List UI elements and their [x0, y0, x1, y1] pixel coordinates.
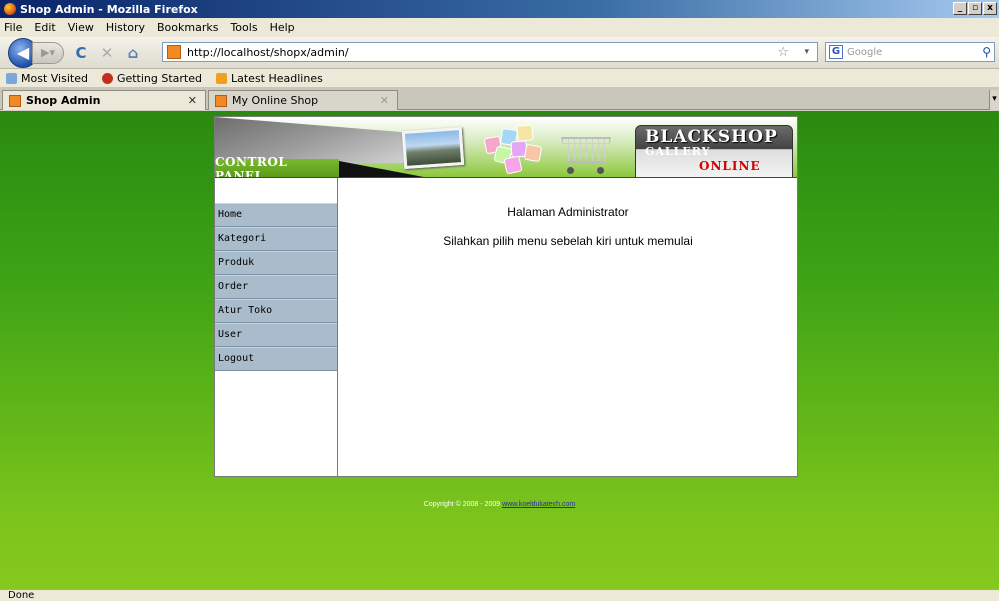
- logo-subtitle: GALLERY: [645, 145, 711, 158]
- back-arrow-icon: ◀: [16, 43, 30, 62]
- shopping-cart-image: [555, 131, 617, 175]
- search-box[interactable]: G Google ⚲: [825, 42, 995, 62]
- tab-my-online-shop[interactable]: My Online Shop ✕: [208, 90, 398, 110]
- close-button[interactable]: x: [983, 2, 997, 15]
- menu-bookmarks[interactable]: Bookmarks: [157, 21, 218, 34]
- tab-favicon: [9, 94, 21, 107]
- forward-button[interactable]: ▶▾: [32, 41, 64, 64]
- firefox-icon: [4, 3, 16, 15]
- window-title: Shop Admin - Mozilla Firefox: [20, 2, 198, 16]
- url-text: http://localhost/shopx/admin/: [187, 45, 349, 59]
- admin-sidebar: Home Kategori Produk Order Atur Toko Use…: [215, 178, 338, 476]
- menu-item-home[interactable]: Home: [215, 203, 337, 227]
- menu-history[interactable]: History: [106, 21, 145, 34]
- window-titlebar: Shop Admin - Mozilla Firefox _ ▫ x: [0, 0, 999, 18]
- tab-list-button[interactable]: ▾: [989, 90, 999, 110]
- bookmark-getting-started[interactable]: Getting Started: [101, 72, 202, 85]
- navigation-toolbar: ◀ ▶▾ C ✕ ⌂ http://localhost/shopx/admin/…: [0, 37, 999, 69]
- menu-item-kategori[interactable]: Kategori: [215, 227, 337, 251]
- color-tiles-image: [483, 123, 543, 175]
- menu-item-atur-toko[interactable]: Atur Toko: [215, 299, 337, 323]
- tab-bar: Shop Admin ✕ My Online Shop ✕ ▾: [0, 88, 999, 110]
- forward-arrow-icon: ▶▾: [41, 46, 55, 59]
- menu-bar: File Edit View History Bookmarks Tools H…: [0, 18, 999, 37]
- reload-button[interactable]: C: [72, 44, 90, 62]
- menu-view[interactable]: View: [68, 21, 94, 34]
- landscape-photo-image: [401, 126, 465, 170]
- page-instruction: Silahkan pilih menu sebelah kiri untuk m…: [443, 234, 693, 248]
- home-button[interactable]: ⌂: [124, 44, 142, 62]
- google-icon[interactable]: G: [829, 45, 843, 59]
- page-heading: Halaman Administrator: [507, 205, 629, 219]
- home-icon: ⌂: [127, 43, 139, 62]
- menu-item-logout[interactable]: Logout: [215, 347, 337, 371]
- restore-button[interactable]: ▫: [968, 2, 982, 15]
- url-bar[interactable]: http://localhost/shopx/admin/ ☆ ▾: [162, 42, 818, 62]
- reload-icon: C: [75, 43, 87, 62]
- bookmarks-toolbar: Most Visited Getting Started Latest Head…: [0, 69, 999, 88]
- rss-feed-icon: [216, 72, 227, 84]
- admin-menu: Home Kategori Produk Order Atur Toko Use…: [215, 203, 337, 371]
- search-icon[interactable]: ⚲: [982, 45, 991, 59]
- footer-link[interactable]: www.koeldukatech.com: [502, 501, 575, 508]
- menu-item-user[interactable]: User: [215, 323, 337, 347]
- tab-favicon: [215, 94, 227, 107]
- menu-item-produk[interactable]: Produk: [215, 251, 337, 275]
- site-banner: CONTROL PANEL BLACKSHOP GALLERY ONLINE: [215, 117, 797, 178]
- search-placeholder: Google: [847, 46, 883, 58]
- site-favicon: [167, 45, 181, 59]
- menu-tools[interactable]: Tools: [230, 21, 257, 34]
- minimize-button[interactable]: _: [953, 2, 967, 15]
- menu-item-order[interactable]: Order: [215, 275, 337, 299]
- bookmark-most-visited[interactable]: Most Visited: [6, 72, 88, 85]
- stop-button[interactable]: ✕: [98, 44, 116, 62]
- menu-edit[interactable]: Edit: [34, 21, 55, 34]
- tab-shop-admin[interactable]: Shop Admin ✕: [2, 90, 206, 110]
- logo-title: BLACKSHOP: [645, 127, 778, 147]
- main-content: Halaman Administrator Silahkan pilih men…: [339, 178, 797, 476]
- site-footer: Copyright © 2008 - 2009 www.koeldukatech…: [0, 501, 999, 508]
- most-visited-icon: [6, 72, 17, 84]
- tab-close-icon[interactable]: ✕: [380, 94, 389, 107]
- getting-started-icon: [101, 72, 113, 84]
- menu-file[interactable]: File: [4, 21, 22, 34]
- status-bar: Done: [0, 589, 999, 601]
- window-controls: _ ▫ x: [953, 2, 997, 15]
- bookmark-latest-headlines[interactable]: Latest Headlines: [216, 72, 323, 85]
- logo-online-label: ONLINE: [699, 159, 761, 173]
- menu-help[interactable]: Help: [270, 21, 295, 34]
- control-panel-label: CONTROL PANEL: [215, 155, 339, 177]
- url-dropdown-icon[interactable]: ▾: [804, 47, 809, 57]
- tab-close-icon[interactable]: ✕: [188, 94, 197, 107]
- copyright-text: Copyright © 2008 - 2009: [423, 501, 501, 508]
- page-viewport: CONTROL PANEL BLACKSHOP GALLERY ONLINE H…: [0, 111, 999, 589]
- stop-icon: ✕: [100, 43, 114, 62]
- status-text: Done: [8, 590, 35, 601]
- bookmark-star-icon[interactable]: ☆: [777, 45, 789, 60]
- admin-site-container: CONTROL PANEL BLACKSHOP GALLERY ONLINE H…: [214, 116, 798, 477]
